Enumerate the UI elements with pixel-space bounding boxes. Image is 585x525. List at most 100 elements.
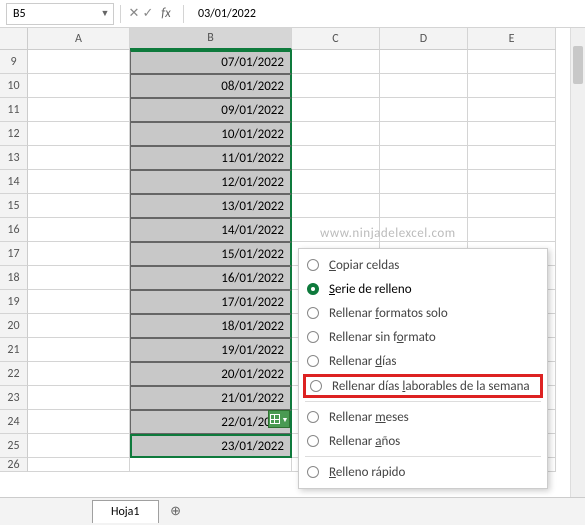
cell[interactable] bbox=[380, 50, 468, 74]
col-header-a[interactable]: A bbox=[28, 28, 130, 50]
cell[interactable]: 10/01/2022 bbox=[130, 122, 292, 146]
cell[interactable]: 12/01/2022 bbox=[130, 170, 292, 194]
row-header[interactable]: 12 bbox=[0, 122, 28, 146]
row-header[interactable]: 14 bbox=[0, 170, 28, 194]
cell[interactable] bbox=[380, 146, 468, 170]
cell[interactable] bbox=[380, 170, 468, 194]
cell[interactable] bbox=[130, 458, 292, 472]
row-header[interactable]: 24 bbox=[0, 410, 28, 434]
row-header[interactable]: 26 bbox=[0, 458, 28, 472]
chevron-down-icon[interactable]: ▼ bbox=[97, 8, 113, 19]
cell[interactable] bbox=[380, 74, 468, 98]
cell[interactable] bbox=[468, 146, 556, 170]
formula-input[interactable] bbox=[190, 7, 585, 21]
autofill-menu-item[interactable]: Rellenar días bbox=[299, 349, 547, 373]
col-header-b[interactable]: B bbox=[130, 28, 292, 50]
cell[interactable]: 17/01/2022 bbox=[130, 290, 292, 314]
cell[interactable] bbox=[28, 338, 130, 362]
autofill-menu-item[interactable]: Rellenar formatos solo bbox=[299, 301, 547, 325]
cell[interactable] bbox=[28, 290, 130, 314]
cell[interactable] bbox=[28, 314, 130, 338]
autofill-menu-item[interactable]: Rellenar días laborables de la semana bbox=[303, 374, 543, 398]
row-header[interactable]: 20 bbox=[0, 314, 28, 338]
autofill-menu-item[interactable]: Copiar celdas bbox=[299, 253, 547, 277]
cell[interactable] bbox=[380, 98, 468, 122]
row-header[interactable]: 11 bbox=[0, 98, 28, 122]
cell[interactable] bbox=[28, 74, 130, 98]
cell[interactable] bbox=[292, 194, 380, 218]
cell[interactable] bbox=[468, 98, 556, 122]
cell[interactable] bbox=[380, 194, 468, 218]
cell[interactable]: 16/01/2022 bbox=[130, 266, 292, 290]
cell[interactable] bbox=[28, 218, 130, 242]
cell[interactable] bbox=[468, 50, 556, 74]
cell[interactable] bbox=[28, 434, 130, 458]
autofill-options-button[interactable]: ▼ bbox=[268, 410, 290, 428]
cell[interactable] bbox=[28, 458, 130, 472]
autofill-menu-item[interactable]: Relleno rápido bbox=[299, 460, 547, 484]
sheet-tab[interactable]: Hoja1 bbox=[92, 500, 159, 523]
row-header[interactable]: 18 bbox=[0, 266, 28, 290]
autofill-menu-item[interactable]: Serie de relleno bbox=[299, 277, 547, 301]
cell[interactable] bbox=[28, 362, 130, 386]
cell[interactable]: 21/01/2022 bbox=[130, 386, 292, 410]
cell[interactable]: 20/01/2022 bbox=[130, 362, 292, 386]
row-header[interactable]: 23 bbox=[0, 386, 28, 410]
cell[interactable]: 18/01/2022 bbox=[130, 314, 292, 338]
cell[interactable] bbox=[292, 146, 380, 170]
col-header-d[interactable]: D bbox=[380, 28, 468, 50]
autofill-menu-item[interactable]: Rellenar años bbox=[299, 429, 547, 453]
autofill-menu-item[interactable]: Rellenar meses bbox=[299, 405, 547, 429]
autofill-menu-item[interactable]: Rellenar sin formato bbox=[299, 325, 547, 349]
row-header[interactable]: 13 bbox=[0, 146, 28, 170]
cancel-icon[interactable]: ✕ bbox=[127, 6, 141, 21]
cell[interactable] bbox=[468, 170, 556, 194]
cell[interactable]: 08/01/2022 bbox=[130, 74, 292, 98]
cell[interactable] bbox=[292, 74, 380, 98]
cell[interactable] bbox=[28, 194, 130, 218]
cell[interactable]: 13/01/2022 bbox=[130, 194, 292, 218]
cell[interactable] bbox=[28, 146, 130, 170]
cell[interactable] bbox=[292, 50, 380, 74]
vertical-scrollbar[interactable] bbox=[570, 28, 585, 497]
cell[interactable]: 07/01/2022 bbox=[130, 50, 292, 74]
row-header[interactable]: 22 bbox=[0, 362, 28, 386]
row-header[interactable]: 10 bbox=[0, 74, 28, 98]
cell[interactable] bbox=[28, 410, 130, 434]
cell[interactable] bbox=[28, 170, 130, 194]
confirm-icon[interactable]: ✓ bbox=[141, 6, 155, 21]
row-header[interactable]: 25 bbox=[0, 434, 28, 458]
row-header[interactable]: 21 bbox=[0, 338, 28, 362]
cell[interactable] bbox=[28, 242, 130, 266]
cell[interactable]: 15/01/2022 bbox=[130, 242, 292, 266]
cell[interactable]: 14/01/2022 bbox=[130, 218, 292, 242]
cell[interactable]: 23/01/2022 bbox=[130, 434, 292, 458]
cell[interactable] bbox=[292, 98, 380, 122]
cell[interactable] bbox=[468, 122, 556, 146]
cell[interactable] bbox=[468, 218, 556, 242]
name-box[interactable]: B5 ▼ bbox=[6, 3, 114, 25]
add-sheet-button[interactable]: ⊕ bbox=[165, 501, 187, 523]
row-header[interactable]: 9 bbox=[0, 50, 28, 74]
cell[interactable] bbox=[292, 122, 380, 146]
cell[interactable] bbox=[28, 50, 130, 74]
cell[interactable] bbox=[468, 74, 556, 98]
row-header[interactable]: 19 bbox=[0, 290, 28, 314]
col-header-e[interactable]: E bbox=[468, 28, 556, 50]
cell[interactable] bbox=[468, 194, 556, 218]
col-header-c[interactable]: C bbox=[292, 28, 380, 50]
cell[interactable]: 19/01/2022 bbox=[130, 338, 292, 362]
row-header[interactable]: 16 bbox=[0, 218, 28, 242]
cell[interactable] bbox=[28, 98, 130, 122]
cell[interactable] bbox=[28, 266, 130, 290]
cell[interactable] bbox=[28, 386, 130, 410]
cell[interactable] bbox=[28, 122, 130, 146]
row-header[interactable]: 15 bbox=[0, 194, 28, 218]
fx-icon[interactable]: fx bbox=[155, 6, 177, 21]
cell[interactable] bbox=[380, 122, 468, 146]
cell[interactable]: 11/01/2022 bbox=[130, 146, 292, 170]
cell[interactable]: 09/01/2022 bbox=[130, 98, 292, 122]
row-header[interactable]: 17 bbox=[0, 242, 28, 266]
select-all-corner[interactable] bbox=[0, 28, 28, 50]
cell[interactable] bbox=[292, 170, 380, 194]
